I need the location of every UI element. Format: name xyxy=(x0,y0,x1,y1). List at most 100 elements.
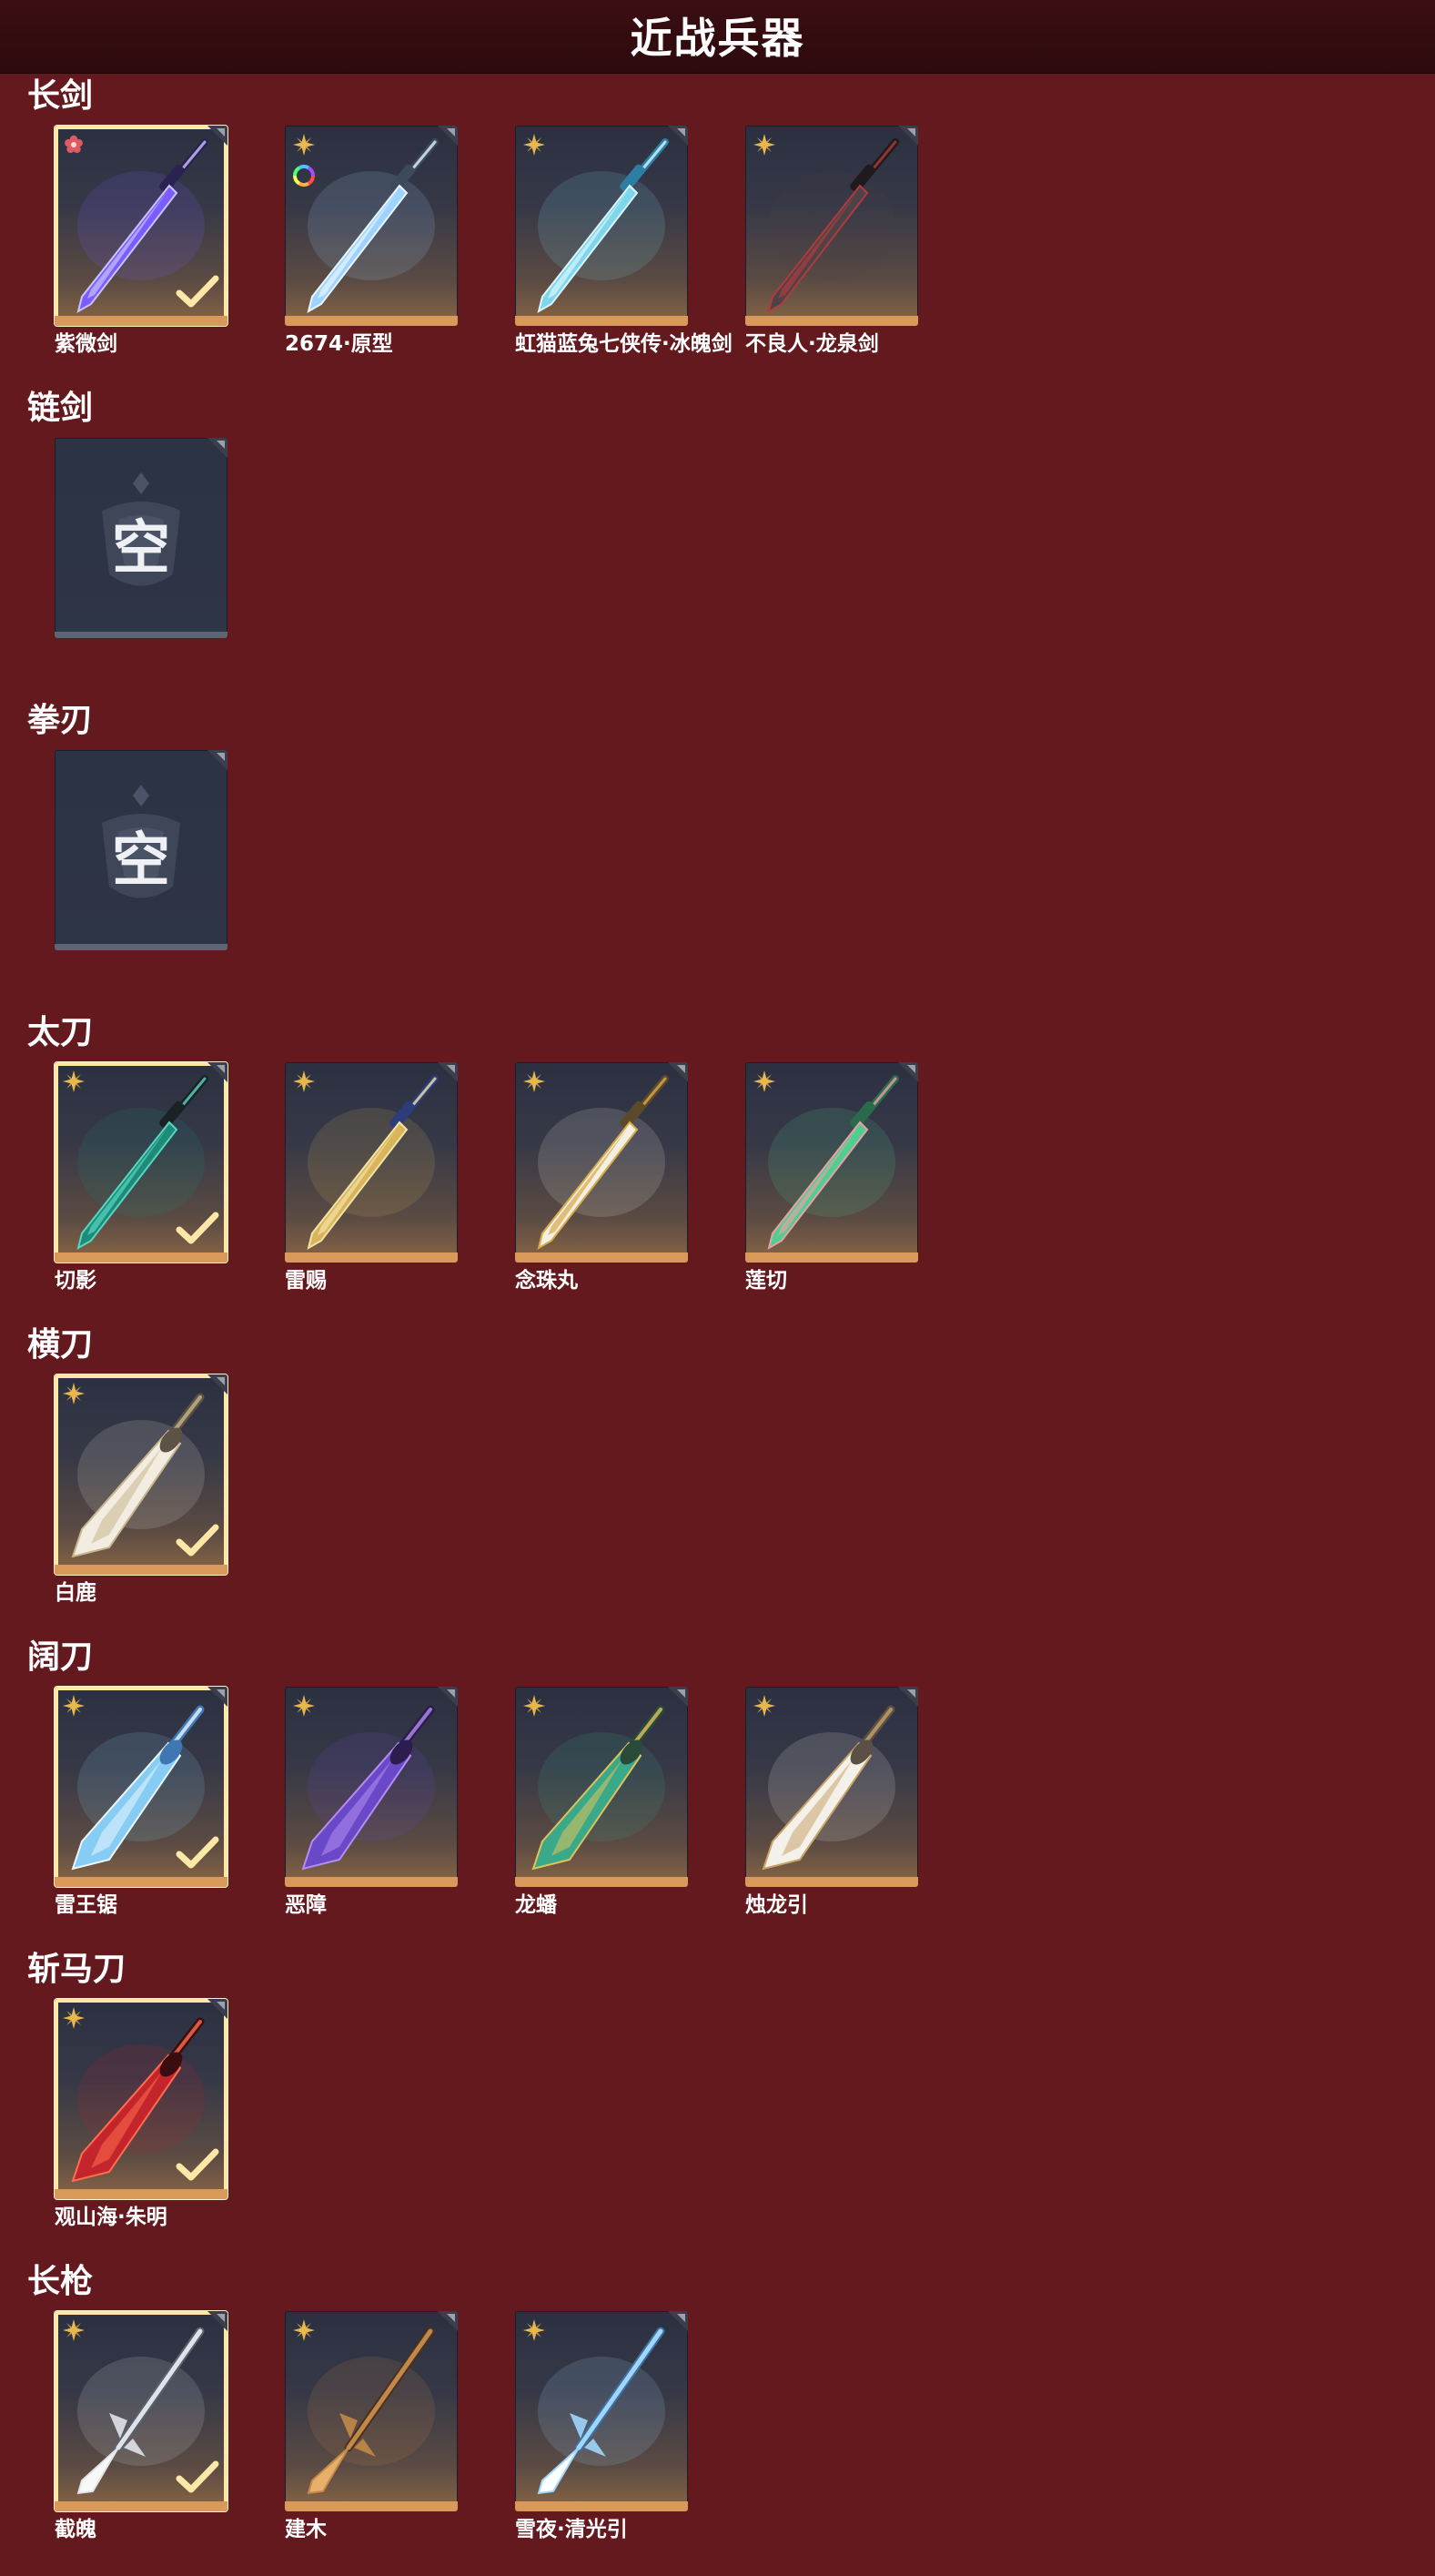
tile-bottom-strip xyxy=(745,1877,918,1887)
section-title: 横刀 xyxy=(27,1326,94,1364)
tile-bottom-strip xyxy=(55,632,227,638)
tile-bottom-strip xyxy=(515,316,688,326)
gold-star-icon xyxy=(753,134,775,156)
tile-bottom-strip xyxy=(285,1877,458,1887)
weapon-name: 白鹿 xyxy=(55,1581,96,1605)
weapon-tile xyxy=(285,2311,458,2511)
checkmark-icon xyxy=(176,1524,219,1557)
weapon-name: 雷赐 xyxy=(285,1269,327,1293)
section-title: 长剑 xyxy=(27,77,94,115)
top-bar: 近战兵器 xyxy=(0,0,1435,74)
gold-star-icon xyxy=(293,1695,315,1717)
weapon-tile: 空 xyxy=(55,750,227,950)
gold-star-icon xyxy=(523,1070,545,1092)
weapon-name: 截魄 xyxy=(55,2518,96,2541)
tile-bottom-strip xyxy=(515,1877,688,1887)
page-title: 近战兵器 xyxy=(630,14,805,63)
section-title: 太刀 xyxy=(27,1014,94,1051)
checkmark-icon xyxy=(176,1836,219,1869)
tile-bottom-strip xyxy=(745,1253,918,1263)
empty-slot-label: 空 xyxy=(112,827,170,895)
gold-star-icon xyxy=(293,134,315,156)
checkmark-icon xyxy=(176,2460,219,2493)
weapon-name: 虹猫蓝兔七侠传·冰魄剑 xyxy=(515,332,733,356)
gold-star-icon xyxy=(63,2319,85,2341)
weapon-name: 莲切 xyxy=(745,1269,787,1293)
tile-bottom-strip xyxy=(285,2501,458,2511)
gold-star-icon xyxy=(63,1695,85,1717)
tile-bottom-strip xyxy=(55,944,227,950)
weapon-tile xyxy=(285,1687,458,1887)
gold-star-icon xyxy=(293,1070,315,1092)
tile-bottom-strip xyxy=(55,1877,227,1887)
weapon-section: 拳刃空 xyxy=(0,699,1435,1011)
weapon-name: 雷王锯 xyxy=(55,1893,117,1917)
weapon-tile xyxy=(515,1687,688,1887)
gold-star-icon xyxy=(63,1070,85,1092)
section-title: 长枪 xyxy=(27,2263,94,2300)
weapon-name: 不良人·龙泉剑 xyxy=(745,332,879,356)
section-title: 拳刃 xyxy=(27,702,94,739)
weapon-tile xyxy=(745,1687,918,1887)
gold-star-icon xyxy=(63,1383,85,1405)
empty-slot-label: 空 xyxy=(112,515,170,583)
corner-tag-icon xyxy=(207,438,227,458)
section-title: 斩马刀 xyxy=(27,1951,126,1988)
gold-star-icon xyxy=(293,2319,315,2341)
weapon-name: 切影 xyxy=(55,1269,96,1293)
weapon-tile xyxy=(55,1062,227,1263)
gold-star-icon xyxy=(63,2007,85,2029)
tile-bottom-strip xyxy=(55,1565,227,1575)
weapon-section: 长剑紫微剑 2674·原型 虹猫蓝兔七侠传·冰魄剑 不良人·龙泉剑 xyxy=(0,75,1435,387)
weapon-tile xyxy=(515,1062,688,1263)
weapon-tile xyxy=(515,126,688,326)
weapon-tile xyxy=(515,2311,688,2511)
weapon-name: 建木 xyxy=(285,2518,327,2541)
checkmark-icon xyxy=(176,2148,219,2181)
weapon-section: 斩马刀观山海·朱明 xyxy=(0,1948,1435,2260)
gold-star-icon xyxy=(753,1070,775,1092)
tile-bottom-strip xyxy=(55,2501,227,2511)
section-title: 阔刀 xyxy=(27,1638,94,1676)
weapon-tile xyxy=(55,1687,227,1887)
weapon-name: 2674·原型 xyxy=(285,332,393,356)
gold-star-icon xyxy=(753,1695,775,1717)
weapon-name: 烛龙引 xyxy=(745,1893,808,1917)
gold-star-icon xyxy=(523,2319,545,2341)
weapon-tile xyxy=(55,126,227,326)
weapon-name: 雪夜·清光引 xyxy=(515,2518,628,2541)
weapon-section: 横刀白鹿 xyxy=(0,1323,1435,1636)
tile-bottom-strip xyxy=(285,1253,458,1263)
tile-bottom-strip xyxy=(285,316,458,326)
tile-bottom-strip xyxy=(515,1253,688,1263)
weapon-section: 太刀切影 雷赐 念珠丸 莲切 xyxy=(0,1011,1435,1323)
corner-tag-icon xyxy=(207,750,227,770)
weapon-name: 念珠丸 xyxy=(515,1269,578,1293)
weapon-section: 阔刀雷王锯 恶障 龙蟠 烛龙引 xyxy=(0,1636,1435,1948)
weapon-tile xyxy=(55,2311,227,2511)
weapon-tile xyxy=(55,1374,227,1575)
weapon-name: 紫微剑 xyxy=(55,332,117,356)
tile-bottom-strip xyxy=(55,1253,227,1263)
checkmark-icon xyxy=(176,275,219,308)
weapon-tile xyxy=(745,1062,918,1263)
weapon-name: 观山海·朱明 xyxy=(55,2206,167,2229)
tile-bottom-strip xyxy=(745,316,918,326)
weapon-section: 长枪截魄 建木 雪夜·清光引 xyxy=(0,2260,1435,2572)
red-flower-icon xyxy=(65,135,83,154)
tile-bottom-strip xyxy=(55,2189,227,2199)
weapon-tile xyxy=(285,1062,458,1263)
gold-star-icon xyxy=(523,134,545,156)
weapon-tile xyxy=(285,126,458,326)
tile-bottom-strip xyxy=(55,316,227,326)
gold-star-icon xyxy=(523,1695,545,1717)
tile-bottom-strip xyxy=(515,2501,688,2511)
rainbow-ring-icon xyxy=(293,165,315,187)
weapon-name: 恶障 xyxy=(285,1893,327,1917)
section-title: 链剑 xyxy=(27,390,94,427)
weapon-section: 链剑空 xyxy=(0,387,1435,699)
weapon-name: 龙蟠 xyxy=(515,1893,557,1917)
weapon-tile xyxy=(745,126,918,326)
checkmark-icon xyxy=(176,1212,219,1244)
weapon-tile: 空 xyxy=(55,438,227,638)
